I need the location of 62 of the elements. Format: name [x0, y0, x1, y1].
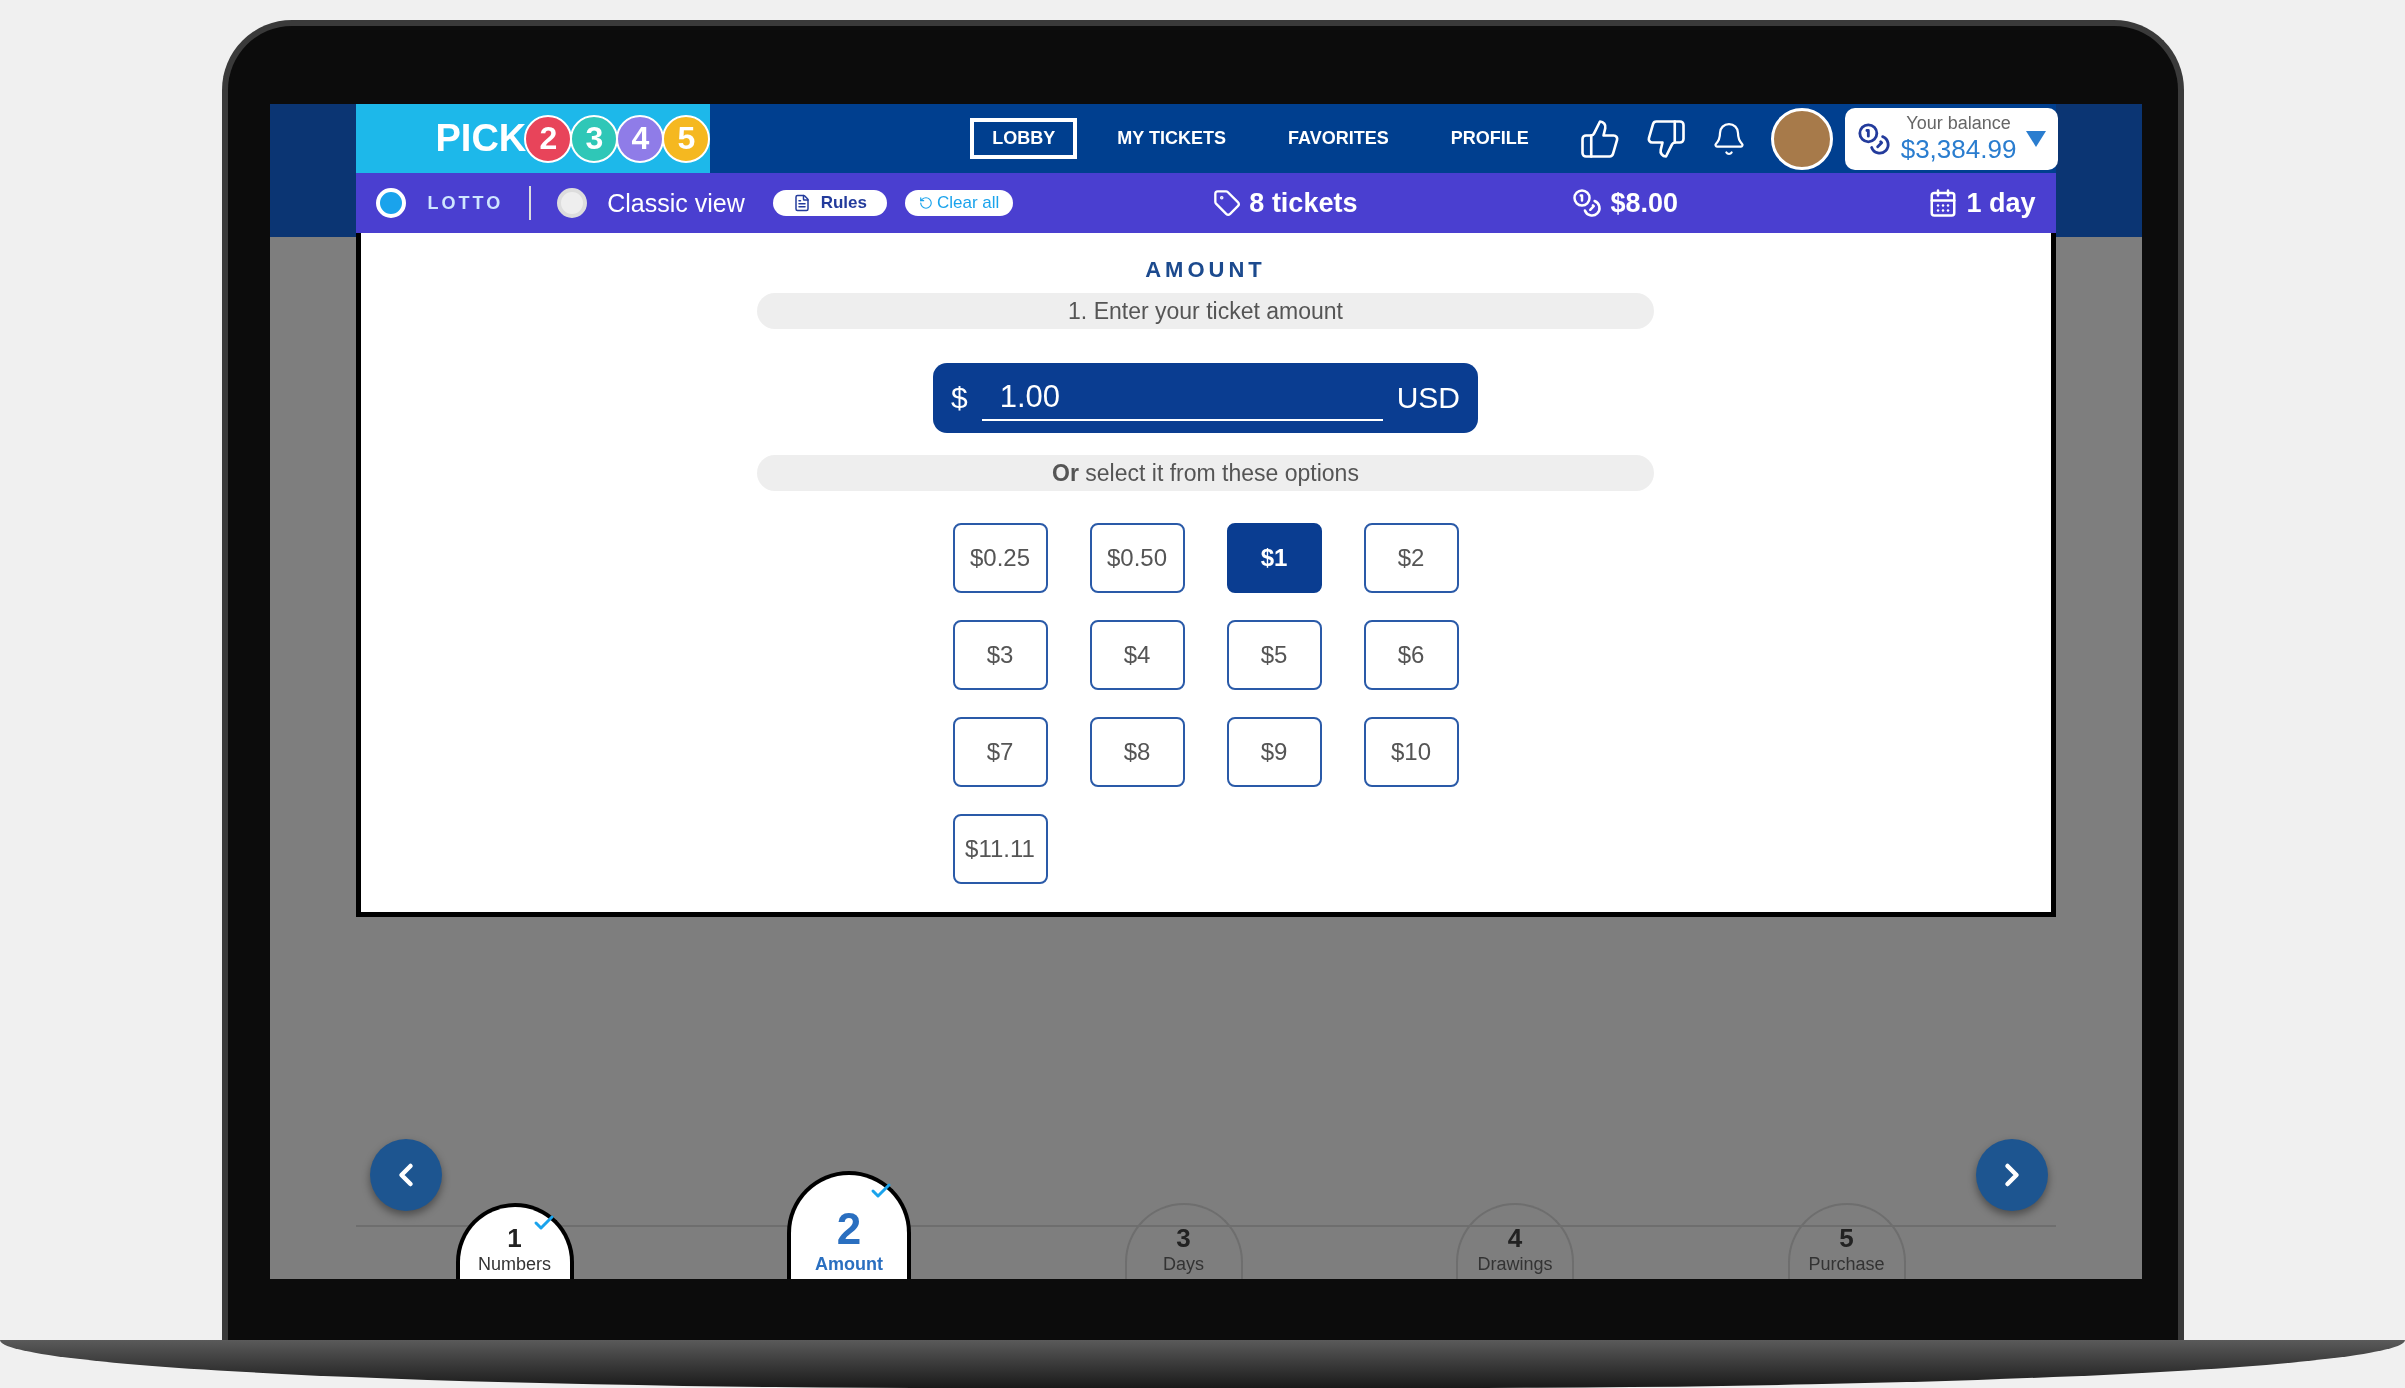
- step-number: 4: [1507, 1223, 1523, 1254]
- amount-option[interactable]: $0.25: [952, 523, 1048, 593]
- radio-toggle[interactable]: [557, 188, 588, 218]
- step-tab[interactable]: 4 Drawings: [1456, 1203, 1574, 1279]
- step-label: Drawings: [1477, 1254, 1553, 1276]
- nav-link[interactable]: LOBBY: [970, 118, 1078, 159]
- step-number: 2: [836, 1204, 862, 1254]
- balance-dropdown[interactable]: Your balance $3,384.99: [1844, 107, 2059, 170]
- step-number: 3: [1176, 1223, 1191, 1254]
- ticket-icon: [1213, 189, 1242, 217]
- caret-icon: [2026, 130, 2047, 147]
- nav-link[interactable]: PROFILE: [1428, 118, 1551, 159]
- currency-code: USD: [1396, 381, 1460, 415]
- step-label: Purchase: [1808, 1254, 1885, 1276]
- rules-button[interactable]: Rules: [772, 190, 887, 216]
- amount-option[interactable]: $9: [1226, 717, 1322, 787]
- next-button[interactable]: [1975, 1139, 2048, 1211]
- amount-option[interactable]: $7: [952, 717, 1048, 787]
- logo-ball: 5: [662, 114, 711, 163]
- calendar-icon: [1928, 188, 1959, 218]
- step-label: Numbers: [478, 1254, 551, 1276]
- step-tab[interactable]: 5 Purchase: [1787, 1203, 1906, 1279]
- days-count: 1 day: [1966, 187, 2036, 219]
- amount-option[interactable]: $5: [1226, 620, 1322, 690]
- reset-icon: [919, 196, 933, 210]
- amount-option[interactable]: $0.50: [1089, 523, 1185, 593]
- amount-field[interactable]: $ 1.00 USD: [933, 363, 1478, 433]
- balance-value: $3,384.99: [1900, 133, 2017, 165]
- step-tab[interactable]: 3 Days: [1124, 1203, 1243, 1279]
- lotto-logo-text: LOTTO: [427, 192, 504, 214]
- step-label: Amount: [815, 1254, 883, 1276]
- thumbs-up-icon[interactable]: [1578, 117, 1621, 160]
- step-number: 1: [507, 1223, 522, 1254]
- amount-option[interactable]: $8: [1089, 717, 1185, 787]
- document-icon: [792, 194, 811, 212]
- amount-option[interactable]: $10: [1363, 717, 1459, 787]
- step-number: 5: [1839, 1223, 1854, 1254]
- logo-ball: 3: [570, 114, 619, 163]
- coins-icon: [1572, 188, 1603, 218]
- balance-label: Your balance: [1906, 112, 2011, 134]
- amount-option[interactable]: $2: [1363, 523, 1459, 593]
- classic-view-label: Classic view: [607, 188, 745, 218]
- section-title: AMOUNT: [1145, 257, 1266, 283]
- nav-link[interactable]: FAVORITES: [1266, 118, 1411, 159]
- currency-symbol: $: [951, 381, 968, 415]
- step-tab[interactable]: 2 Amount: [787, 1171, 911, 1279]
- amount-option[interactable]: $4: [1089, 620, 1185, 690]
- step-tab[interactable]: 1 Numbers: [455, 1203, 574, 1279]
- amount-option[interactable]: $11.11: [952, 814, 1048, 884]
- instruction-bar: 1. Enter your ticket amount: [757, 293, 1654, 329]
- amount-option[interactable]: $3: [952, 620, 1048, 690]
- instruction-bar: Or select it from these options: [757, 455, 1654, 491]
- total-amount: $8.00: [1610, 187, 1678, 219]
- coins-icon: [1856, 121, 1891, 156]
- logo-word: PICK: [435, 117, 527, 160]
- amount-option[interactable]: $6: [1363, 620, 1459, 690]
- nav-link[interactable]: MY TICKETS: [1095, 118, 1248, 159]
- tickets-count: 8 tickets: [1249, 187, 1358, 219]
- step-label: Days: [1163, 1254, 1204, 1276]
- amount-option[interactable]: $1: [1226, 523, 1322, 593]
- previous-button[interactable]: [369, 1139, 442, 1211]
- logo-ball: 4: [616, 114, 665, 163]
